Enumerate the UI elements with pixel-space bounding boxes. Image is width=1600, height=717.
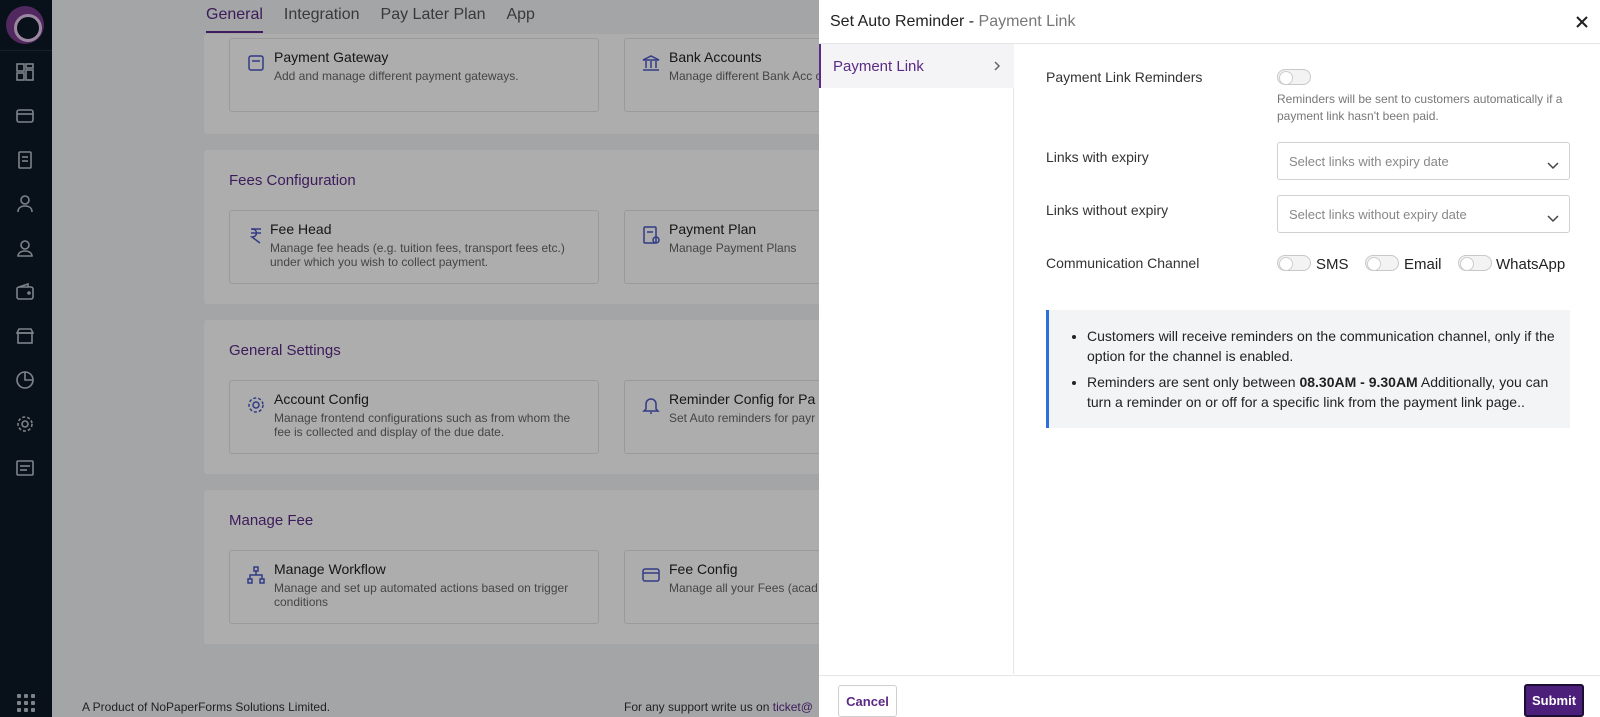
email-label: Email [1404,256,1442,273]
close-icon[interactable] [1574,14,1590,30]
reminders-helper: Reminders will be sent to customers auto… [1277,92,1563,123]
info-list: Customers will receive reminders on the … [1087,326,1555,418]
channel-label: Communication Channel [1046,255,1200,271]
chevron-down-icon [1547,157,1559,170]
reminders-label: Payment Link Reminders [1046,69,1203,85]
info-box: Customers will receive reminders on the … [1046,310,1570,428]
expiry-label: Links with expiry [1046,149,1149,165]
auto-reminder-drawer: Set Auto Reminder - Payment Link Payment… [819,0,1600,717]
drawer-title: Set Auto Reminder - Payment Link [830,13,1075,31]
drawer-footer: Cancel Submit [819,675,1600,717]
chevron-down-icon [1547,210,1559,223]
modal-overlay[interactable] [0,0,819,717]
expiry-placeholder: Select links with expiry date [1289,154,1449,169]
drawer-header: Set Auto Reminder - Payment Link [819,0,1600,44]
info-time-range: 08.30AM - 9.30AM [1299,374,1418,390]
whatsapp-toggle[interactable] [1458,255,1492,271]
info-text: Reminders are sent only between [1087,374,1300,390]
submit-button[interactable]: Submit [1524,684,1584,717]
info-item-channel: Customers will receive reminders on the … [1087,326,1555,366]
sms-toggle[interactable] [1277,255,1311,271]
chevron-right-icon [992,59,1002,71]
reminders-toggle[interactable] [1277,69,1311,85]
no-expiry-select[interactable]: Select links without expiry date [1277,195,1570,233]
whatsapp-label: WhatsApp [1496,256,1566,273]
expiry-select[interactable]: Select links with expiry date [1277,142,1570,180]
nav-item-payment-link[interactable]: Payment Link [819,44,1014,88]
drawer-nav: Payment Link [819,44,1014,674]
nav-item-label: Payment Link [833,58,924,75]
drawer-title-sub: Payment Link [978,13,1076,30]
email-toggle[interactable] [1365,255,1399,271]
drawer-title-main: Set Auto Reminder - [830,13,979,30]
no-expiry-placeholder: Select links without expiry date [1289,207,1467,222]
sms-label: SMS [1316,256,1349,273]
no-expiry-label: Links without expiry [1046,202,1169,218]
cancel-button[interactable]: Cancel [838,685,897,717]
drawer-content: Payment Link Reminders Reminders will be… [1014,44,1600,674]
info-item-timing: Reminders are sent only between 08.30AM … [1087,372,1555,412]
